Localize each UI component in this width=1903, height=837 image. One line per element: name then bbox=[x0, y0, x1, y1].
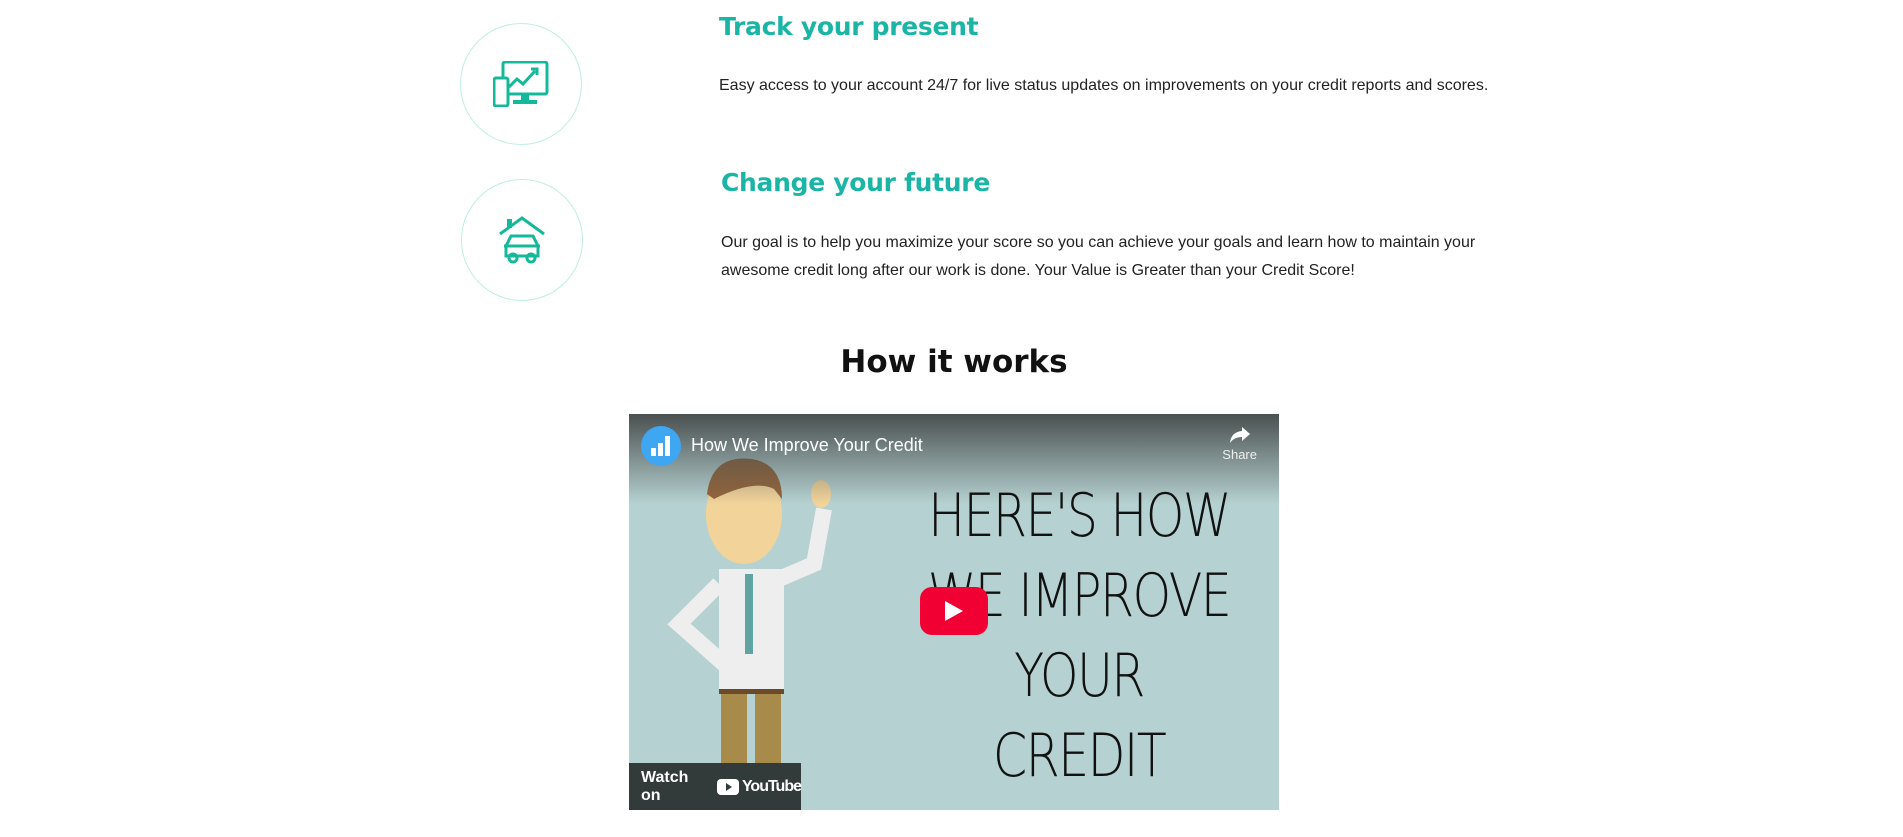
cartoon-man-illustration bbox=[667, 458, 832, 810]
feature-title: Change your future bbox=[721, 168, 990, 197]
feature-icon-circle bbox=[461, 179, 583, 301]
feature-text: Our goal is to help you maximize your sc… bbox=[721, 229, 1521, 285]
feature-text: Easy access to your account 24/7 for liv… bbox=[719, 77, 1489, 94]
thumbnail-line: YOUR CREDIT bbox=[992, 641, 1167, 791]
share-label: Share bbox=[1222, 447, 1257, 462]
youtube-logo-icon bbox=[716, 778, 739, 795]
thumbnail-line: HERE'S HOW bbox=[928, 481, 1231, 551]
devices-chart-icon bbox=[493, 61, 549, 107]
watch-on-label: Watch on bbox=[641, 768, 689, 804]
house-car-icon bbox=[499, 216, 545, 264]
feature-text-line: Our goal is to help you maximize your sc… bbox=[721, 234, 1476, 251]
channel-logo-icon[interactable] bbox=[641, 426, 681, 466]
thumbnail-text: HERE'S HOW WE IMPROVE YOUR CREDIT bbox=[923, 476, 1235, 796]
section-heading: How it works bbox=[840, 344, 1068, 380]
watch-on-youtube-button[interactable]: Watch on YouTube bbox=[629, 763, 802, 810]
play-icon bbox=[945, 601, 963, 621]
play-button[interactable] bbox=[920, 587, 988, 635]
share-icon bbox=[1229, 427, 1250, 443]
share-button[interactable]: Share bbox=[1222, 426, 1257, 462]
video-title-link[interactable]: How We Improve Your Credit bbox=[691, 435, 923, 456]
youtube-label: YouTube bbox=[741, 777, 802, 795]
feature-title: Track your present bbox=[719, 12, 979, 41]
feature-text-line: awesome credit long after our work is do… bbox=[721, 262, 1355, 279]
feature-icon-circle bbox=[460, 23, 582, 145]
youtube-embed[interactable]: How We Improve Your Credit Share HERE'S … bbox=[629, 414, 1279, 810]
